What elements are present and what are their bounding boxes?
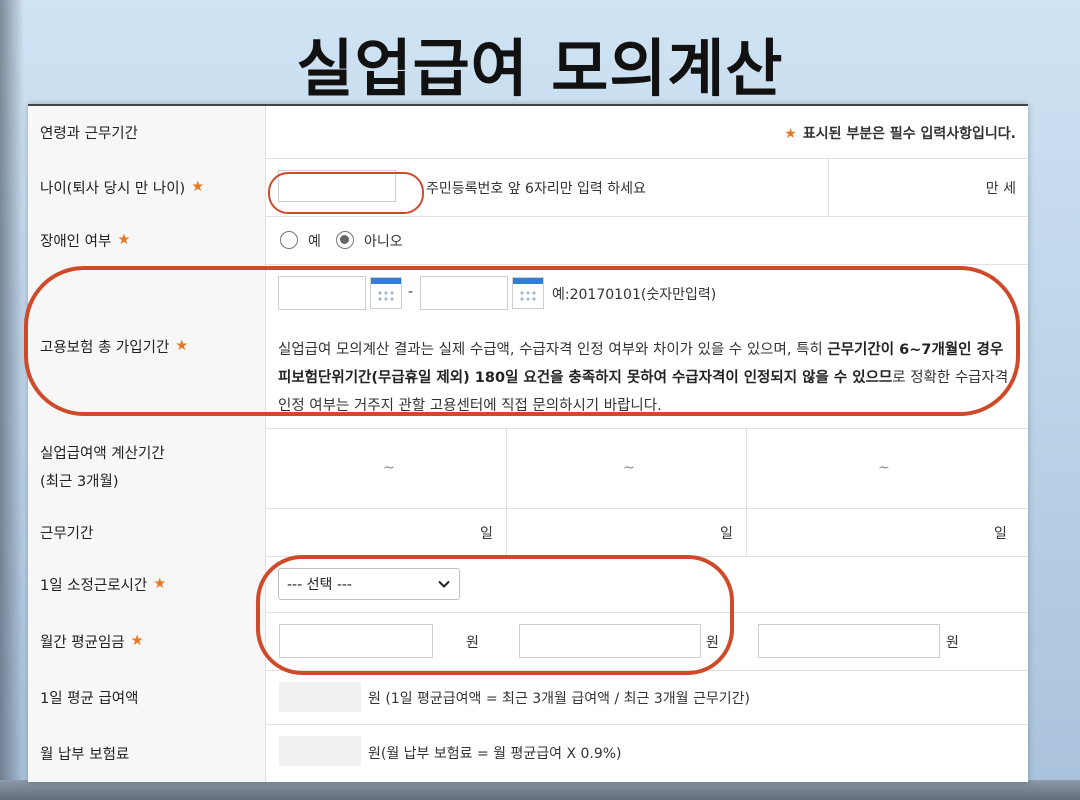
left-shadow [0, 0, 24, 800]
age-row: 나이(퇴사 당시 만 나이) ★ 주민등록번호 앞 6자리만 입력 하세요 만 세 [28, 158, 1028, 217]
header-row: 연령과 근무기간 ★ 표시된 부분은 필수 입력사항입니다. [28, 106, 1028, 159]
wage-input-2[interactable] [519, 624, 701, 658]
age-input[interactable] [278, 170, 396, 202]
date-separator: - [408, 284, 414, 300]
wage-label: 월간 평균임금 ★ [28, 612, 266, 670]
premium-note: 원(월 납부 보험료 = 월 평균급여 X 0.9%) [368, 746, 622, 762]
daily-avg-row: 1일 평균 급여액 원 (1일 평균급여액 = 최근 3개월 급여액 / 최근 … [28, 670, 1028, 725]
insurance-start-input[interactable] [278, 276, 366, 310]
calc-period-label: 실업급여액 계산기간 (최근 3개월) [28, 428, 266, 508]
required-note: ★ 표시된 부분은 필수 입력사항입니다. [784, 126, 1016, 142]
daily-avg-value [279, 682, 361, 712]
disability-yes-radio[interactable] [280, 231, 298, 249]
calc-period-col-2: ~ [623, 460, 635, 476]
wage-unit-2: 원 [706, 635, 719, 651]
slide-title: 실업급여 모의계산 [296, 32, 784, 105]
premium-label: 월 납부 보험료 [28, 724, 266, 782]
bottom-strip [0, 780, 1080, 800]
date-example: 예:20170101(숫자만입력) [552, 287, 717, 303]
insurance-end-input[interactable] [420, 276, 508, 310]
hours-row: 1일 소정근로시간 ★ --- 선택 --- [28, 556, 1028, 613]
disability-label: 장애인 여부 ★ [28, 216, 266, 264]
daily-avg-label: 1일 평균 급여액 [28, 670, 266, 724]
insurance-period-row: 고용보험 총 가입기간 ★ - 예:20170101(숫자만입력) 실업급여 모의… [28, 264, 1028, 429]
chevron-down-icon [438, 580, 450, 588]
header-row-label: 연령과 근무기간 [28, 106, 266, 158]
work-period-unit-3: 일 [994, 526, 1007, 542]
age-result: 만 세 [985, 181, 1016, 197]
age-label: 나이(퇴사 당시 만 나이) ★ [28, 158, 266, 216]
work-period-unit-2: 일 [720, 526, 733, 542]
calc-period-col-3: ~ [878, 460, 890, 476]
premium-row: 월 납부 보험료 원(월 납부 보험료 = 월 평균급여 X 0.9%) [28, 724, 1028, 782]
age-hint: 주민등록번호 앞 6자리만 입력 하세요 [426, 181, 646, 197]
calculator-form: 연령과 근무기간 ★ 표시된 부분은 필수 입력사항입니다. 나이(퇴사 당시 만… [28, 104, 1028, 782]
wage-row: 월간 평균임금 ★ 원 원 원 [28, 612, 1028, 671]
daily-avg-note: 원 (1일 평균급여액 = 최근 3개월 급여액 / 최근 3개월 근무기간) [368, 691, 750, 707]
wage-input-1[interactable] [279, 624, 433, 658]
disability-no-radio[interactable] [336, 231, 354, 249]
wage-unit-1: 원 [466, 635, 479, 651]
disability-yes-label: 예 [308, 234, 321, 250]
calc-period-row: 실업급여액 계산기간 (최근 3개월) ~ ~ ~ [28, 428, 1028, 509]
disability-row: 장애인 여부 ★ 예 아니오 [28, 216, 1028, 265]
calendar-icon[interactable] [512, 277, 544, 309]
insurance-notice: 실업급여 모의계산 결과는 실제 수급액, 수급자격 인정 여부와 차이가 있을… [278, 342, 1009, 414]
wage-input-3[interactable] [758, 624, 940, 658]
work-period-row: 근무기간 일 일 일 [28, 508, 1028, 557]
disability-no-label: 아니오 [364, 234, 403, 250]
premium-value [279, 736, 361, 766]
calc-period-col-1: ~ [383, 460, 395, 476]
hours-label: 1일 소정근로시간 ★ [28, 556, 266, 612]
insurance-period-label: 고용보험 총 가입기간 ★ [28, 264, 266, 428]
hours-select[interactable]: --- 선택 --- [278, 568, 460, 600]
wage-unit-3: 원 [946, 635, 959, 651]
calendar-icon[interactable] [370, 277, 402, 309]
work-period-unit-1: 일 [480, 526, 493, 542]
work-period-label: 근무기간 [28, 508, 266, 556]
